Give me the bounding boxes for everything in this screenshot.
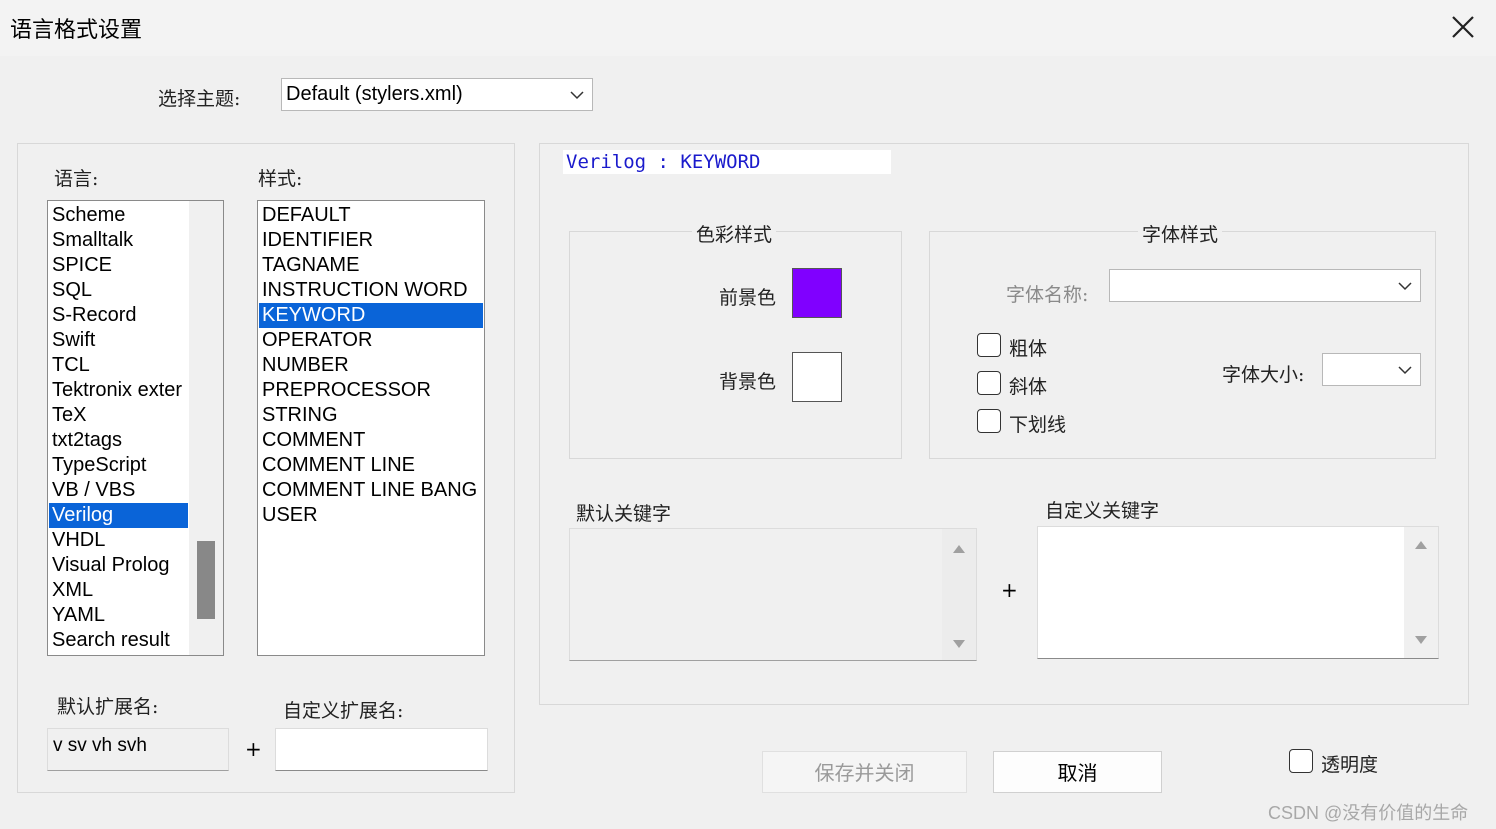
default-keywords-area	[569, 528, 977, 661]
background-label: 背景色	[719, 371, 777, 393]
italic-checkbox[interactable]	[977, 371, 1001, 395]
style-list[interactable]: DEFAULT IDENTIFIER TAGNAME INSTRUCTION WORD…	[257, 200, 485, 656]
language-list-item[interactable]: Search result	[49, 628, 188, 653]
style-label: 样式:	[258, 168, 303, 190]
style-list-item[interactable]: PREPROCESSOR	[259, 378, 483, 403]
font-style-title: 字体样式	[1138, 220, 1223, 247]
language-list-item[interactable]: VHDL	[49, 528, 188, 553]
scroll-down-icon[interactable]	[953, 640, 965, 648]
language-list-item[interactable]: TeX	[49, 403, 188, 428]
language-list-item[interactable]: S-Record	[49, 303, 188, 328]
underline-checkbox[interactable]	[977, 409, 1001, 433]
font-style-group	[929, 231, 1436, 459]
keywords-plus: +	[1001, 578, 1018, 602]
language-list-item[interactable]: YAML	[49, 603, 188, 628]
style-list-item[interactable]: IDENTIFIER	[259, 228, 483, 253]
transparency-checkbox[interactable]	[1289, 749, 1313, 773]
default-keywords-label: 默认关键字	[576, 503, 672, 525]
language-list-item[interactable]: SQL	[49, 278, 188, 303]
default-extension-field: v sv vh svh	[47, 728, 229, 771]
scroll-up-icon[interactable]	[1415, 541, 1427, 549]
transparency-label: 透明度	[1321, 754, 1379, 776]
style-list-item[interactable]: INSTRUCTION WORD	[259, 278, 483, 303]
user-keywords-input[interactable]	[1037, 526, 1439, 659]
language-list-scrollbar[interactable]	[189, 201, 223, 655]
italic-label: 斜体	[1009, 376, 1048, 398]
window-title: 语言格式设置	[10, 18, 143, 43]
foreground-label: 前景色	[719, 287, 777, 309]
bold-checkbox[interactable]	[977, 333, 1001, 357]
close-icon[interactable]	[1446, 10, 1480, 44]
language-list-item[interactable]: VB / VBS	[49, 478, 188, 503]
user-keywords-scrollbar[interactable]	[1404, 527, 1438, 658]
user-extension-input[interactable]	[275, 728, 488, 771]
scroll-up-icon[interactable]	[953, 545, 965, 553]
style-header-text: Verilog : KEYWORD	[566, 151, 761, 173]
language-list-item[interactable]: XML	[49, 578, 188, 603]
title-bar: 语言格式设置	[0, 0, 1496, 56]
style-list-item[interactable]: TAGNAME	[259, 253, 483, 278]
bold-label: 粗体	[1009, 338, 1048, 360]
language-list[interactable]: Scheme Smalltalk SPICE SQL S-Record Swift TCL T…	[47, 200, 224, 656]
scrollbar-thumb[interactable]	[197, 541, 215, 619]
foreground-color-swatch[interactable]	[792, 268, 842, 318]
style-header: Verilog : KEYWORD	[563, 150, 891, 174]
chevron-down-icon	[570, 90, 584, 99]
font-size-select[interactable]	[1322, 353, 1421, 386]
watermark: CSDN @没有价值的生命	[1268, 803, 1469, 823]
default-keywords-scrollbar[interactable]	[942, 529, 976, 660]
language-label: 语言:	[54, 168, 99, 190]
style-list-item[interactable]: COMMENT LINE BANG	[259, 478, 483, 503]
font-name-label: 字体名称:	[1006, 284, 1089, 306]
language-list-item[interactable]: TCL	[49, 353, 188, 378]
language-list-item[interactable]: Scheme	[49, 203, 188, 228]
theme-select[interactable]: Default (stylers.xml)	[281, 78, 593, 111]
language-list-item[interactable]: Visual Prolog	[49, 553, 188, 578]
style-list-item[interactable]: COMMENT LINE	[259, 453, 483, 478]
language-list-item[interactable]: TypeScript	[49, 453, 188, 478]
language-list-item[interactable]: Tektronix exter	[49, 378, 188, 403]
style-list-item[interactable]: DEFAULT	[259, 203, 483, 228]
default-extension-label: 默认扩展名:	[57, 696, 159, 718]
font-name-select[interactable]	[1109, 269, 1421, 302]
language-list-item[interactable]: SPICE	[49, 253, 188, 278]
color-style-title: 色彩样式	[692, 220, 777, 247]
language-list-item[interactable]: txt2tags	[49, 428, 188, 453]
language-list-item[interactable]: Smalltalk	[49, 228, 188, 253]
style-list-item[interactable]: KEYWORD	[259, 303, 483, 328]
style-list-item[interactable]: STRING	[259, 403, 483, 428]
chevron-down-icon	[1398, 365, 1412, 374]
cancel-button[interactable]: 取消	[993, 751, 1162, 793]
style-list-item[interactable]: NUMBER	[259, 353, 483, 378]
underline-label: 下划线	[1009, 414, 1067, 436]
font-size-label: 字体大小:	[1222, 364, 1305, 386]
theme-label: 选择主题:	[158, 88, 241, 110]
color-style-group	[569, 231, 902, 459]
user-keywords-label: 自定义关键字	[1045, 500, 1160, 522]
style-list-item[interactable]: OPERATOR	[259, 328, 483, 353]
chevron-down-icon	[1398, 281, 1412, 290]
theme-select-value: Default (stylers.xml)	[286, 83, 463, 105]
default-extension-value: v sv vh svh	[53, 735, 147, 756]
background-color-swatch[interactable]	[792, 352, 842, 402]
extension-plus: +	[245, 737, 262, 761]
scroll-down-icon[interactable]	[1415, 636, 1427, 644]
save-close-button[interactable]: 保存并关闭	[762, 751, 967, 793]
style-list-item[interactable]: USER	[259, 503, 483, 528]
user-extension-label: 自定义扩展名:	[283, 700, 404, 722]
language-list-item[interactable]: Swift	[49, 328, 188, 353]
style-list-item[interactable]: COMMENT	[259, 428, 483, 453]
language-list-item[interactable]: Verilog	[49, 503, 188, 528]
